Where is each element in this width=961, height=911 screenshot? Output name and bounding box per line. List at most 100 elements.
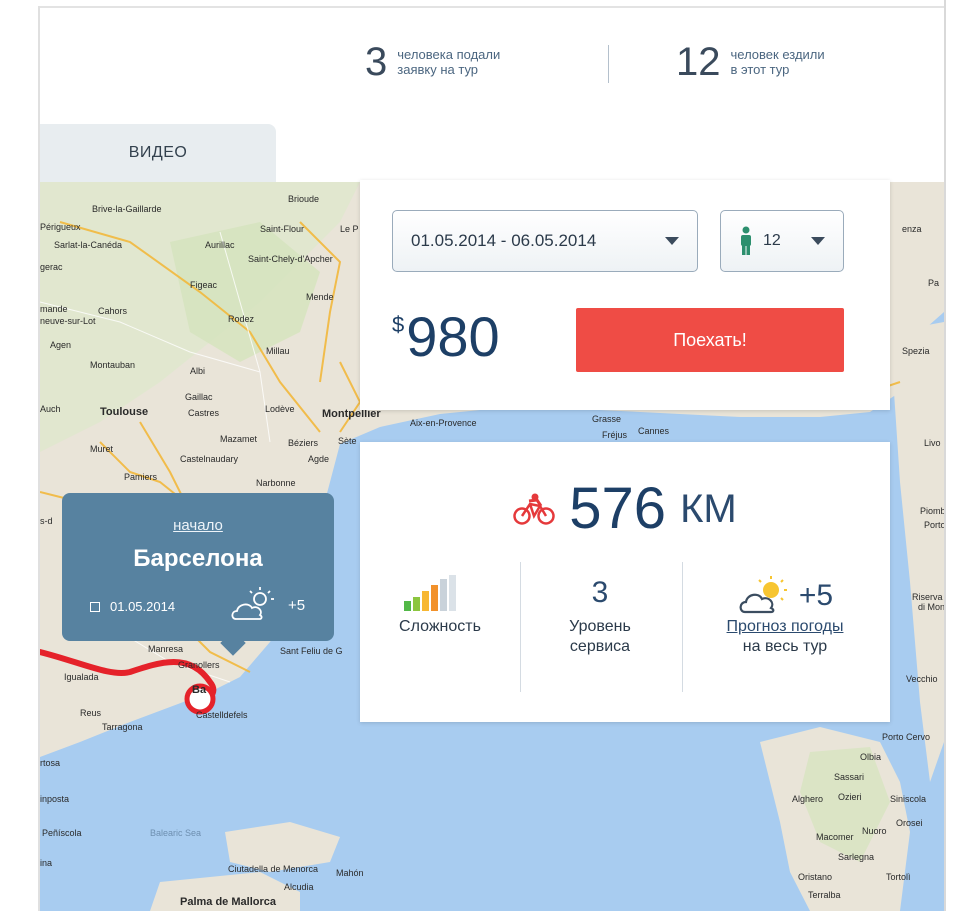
map-label: Riserva S — [912, 592, 944, 602]
map-label: Siniscola — [890, 794, 927, 804]
people-count-select[interactable]: 12 — [720, 210, 844, 272]
difficulty-bars-icon — [404, 575, 456, 611]
date-range-select[interactable]: 01.05.2014 - 06.05.2014 — [392, 210, 698, 272]
map-label: Tortolì — [886, 872, 911, 882]
map-label: Granollers — [178, 660, 220, 670]
sun-cloud-icon — [231, 587, 274, 620]
tooltip-city: Барселона — [133, 545, 263, 572]
stat-traveled-line1: человек ездили — [730, 47, 825, 62]
map-label: Peñíscola — [42, 828, 82, 838]
map-label: Tarragona — [102, 722, 143, 732]
tooltip-date-value: 01.05.2014 — [110, 599, 176, 614]
map-label: Oristano — [798, 872, 833, 882]
person-icon — [741, 226, 751, 255]
map-label: Ozieri — [838, 792, 862, 802]
stat-traveled-line2: в этот тур — [730, 62, 790, 77]
bicycle-icon — [513, 493, 556, 525]
map-label: mande — [40, 304, 68, 314]
weather-column: +5 Прогноз погоды на весь тур — [680, 567, 890, 697]
tour-price: $ 980 — [392, 306, 500, 368]
stat-traveled-text: человек ездили в этот тур — [731, 47, 825, 77]
map-label: rtosa — [40, 758, 61, 768]
map-label: Gaillac — [185, 392, 213, 402]
map-label: Narbonne — [256, 478, 296, 488]
service-value: 3 — [591, 576, 609, 609]
map-label: di Mon — [918, 602, 944, 612]
map-label: Ciutadella de Menorca — [228, 864, 319, 874]
tour-distance: 576 КМ — [360, 478, 890, 540]
map-label: Vecchio — [906, 674, 938, 684]
map-label: Balearic Sea — [150, 828, 202, 838]
frame-border-left — [38, 6, 40, 911]
map-label: Muret — [90, 444, 114, 454]
difficulty-bars — [360, 567, 520, 617]
distance-value: 576 — [569, 476, 667, 541]
map-label: Piomb — [920, 506, 944, 516]
map-label: Cahors — [98, 306, 128, 316]
service-label-line1: Уровень — [569, 618, 631, 635]
map-label: Le P — [340, 224, 359, 234]
stat-applied-number: 3 — [365, 40, 388, 84]
map-label: Spezia — [902, 346, 930, 356]
map-label: Reus — [80, 708, 102, 718]
map-label: Agde — [308, 454, 330, 464]
weather-label-line2: на весь тур — [742, 638, 828, 655]
chevron-down-icon — [665, 237, 679, 245]
map-label: Rodez — [228, 314, 255, 324]
map-label: Brioude — [288, 194, 320, 204]
map-label: s-d — [40, 516, 53, 526]
map-label: Fréjus — [602, 430, 628, 440]
map-label: Ba — [192, 684, 207, 696]
map-label: Auch — [40, 404, 61, 414]
stat-applied-text: человека подали заявку на тур — [397, 47, 500, 77]
start-point-tooltip[interactable]: начало Барселона 01.05.2014 +5 — [62, 493, 334, 641]
map-label: Périgueux — [40, 222, 81, 232]
frame-border-right — [944, 0, 946, 911]
map-label: Sète — [338, 436, 357, 446]
map-label: Toulouse — [100, 406, 149, 418]
tooltip-start-label[interactable]: начало — [62, 517, 334, 534]
map-label: Agen — [50, 340, 72, 350]
map-label: Aurillac — [205, 240, 235, 250]
map-label: Béziers — [288, 438, 319, 448]
map-label: Alghero — [792, 794, 824, 804]
map-label: enza — [902, 224, 922, 234]
map-label: inposta — [40, 794, 70, 804]
map-label: Palma de Mallorca — [180, 896, 276, 908]
map-label: Saint-Flour — [260, 224, 305, 234]
tab-video[interactable]: ВИДЕО — [40, 124, 276, 182]
map-label: Millau — [266, 346, 290, 356]
map-label: neuve-sur-Lot — [40, 316, 96, 326]
map-label: Lodève — [265, 404, 295, 414]
distance-unit: КМ — [680, 487, 737, 531]
price-currency: $ — [392, 312, 405, 337]
sun-cloud-icon — [739, 576, 787, 614]
map-label: Nuoro — [862, 826, 887, 836]
stat-applied-line2: заявку на тур — [397, 62, 479, 77]
map-label: Terralba — [808, 890, 841, 900]
tooltip-date: 01.05.2014 — [90, 599, 175, 614]
map-label: Mazamet — [220, 434, 258, 444]
tooltip-temp: +5 — [288, 597, 306, 614]
map-label: Figeac — [190, 280, 218, 290]
go-button[interactable]: Поехать! — [576, 308, 844, 372]
map-label: Castres — [188, 408, 220, 418]
chevron-down-icon — [811, 237, 825, 245]
map-label: Olbia — [860, 752, 882, 762]
weather-value-row: +5 — [680, 567, 890, 617]
page: 3 человека подали заявку на тур 12 челов… — [0, 0, 961, 911]
stat-traveled-number: 12 — [676, 40, 721, 84]
stat-applied: 3 человека подали заявку на тур — [365, 40, 500, 84]
map-label: Mende — [306, 292, 334, 302]
map-label: Igualada — [64, 672, 99, 682]
difficulty-column: Сложность — [360, 567, 520, 697]
weather-forecast-link[interactable]: Прогноз погоды — [727, 618, 844, 635]
map-label: Alcudia — [284, 882, 314, 892]
frame-border-top — [40, 6, 946, 8]
map-label: Pamiers — [124, 472, 158, 482]
map-label: Brive-la-Gaillarde — [92, 204, 162, 214]
map-label: Saint-Chely-d'Apcher — [248, 254, 333, 264]
weather-value: +5 — [798, 579, 834, 612]
map-label: Sassari — [834, 772, 865, 782]
stat-traveled: 12 человек ездили в этот тур — [676, 40, 825, 84]
